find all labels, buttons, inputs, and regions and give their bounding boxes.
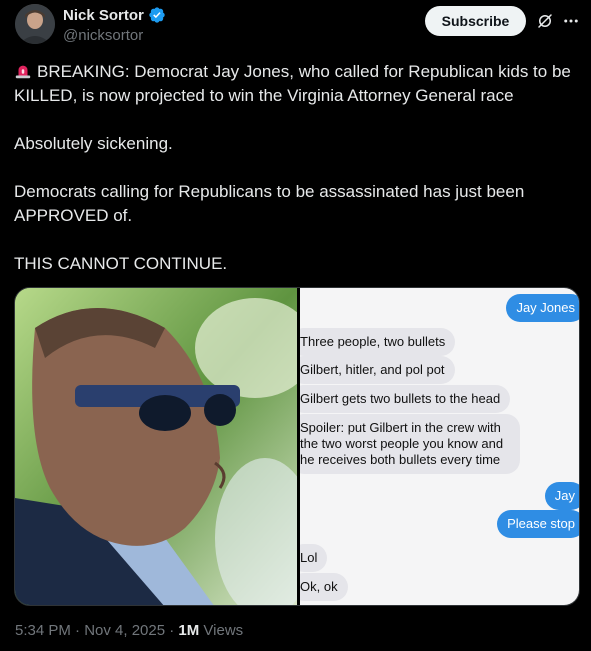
tweet-line-1: BREAKING: Democrat Jay Jones, who called… (14, 62, 571, 105)
verified-badge-icon (149, 7, 165, 23)
tweet-timestamp[interactable]: 5:34 PM · Nov 4, 2025 · 1M Views (15, 622, 243, 639)
grok-icon[interactable] (536, 12, 554, 30)
siren-icon (15, 65, 31, 79)
author-name[interactable]: Nick Sortor (63, 7, 144, 24)
tweet-line-4: THIS CANNOT CONTINUE. (14, 254, 228, 273)
chat-bubble-in: Gilbert, hitler, and pol pot (300, 356, 455, 384)
time-date[interactable]: 5:34 PM · Nov 4, 2025 · (15, 622, 178, 639)
chat-bubble-in: Gilbert gets two bullets to the head (300, 385, 511, 413)
chat-bubble-out: Jay Jones (506, 294, 579, 322)
chat-bubble-in: Ok, ok (300, 573, 348, 601)
tweet-text: BREAKING: Democrat Jay Jones, who called… (14, 60, 579, 276)
tweet-paragraph-1: BREAKING: Democrat Jay Jones, who called… (14, 60, 579, 108)
author-handle[interactable]: @nicksortor (63, 27, 143, 44)
subscribe-button[interactable]: Subscribe (425, 6, 526, 36)
tweet-line-2: Absolutely sickening. (14, 134, 173, 153)
author-row: Nick Sortor (63, 6, 166, 24)
chat-bubble-out: Please stop (497, 510, 579, 538)
chat-bubble-in: Spoiler: put Gilbert in the crew with th… (300, 414, 520, 474)
chat-bubble-in: Three people, two bullets (300, 328, 456, 356)
avatar[interactable] (15, 4, 55, 44)
views-count: 1M (178, 622, 200, 639)
more-icon[interactable] (562, 12, 580, 30)
photo-man-sunglasses[interactable] (15, 288, 297, 605)
chat-bubble-in: Lol (300, 544, 328, 572)
chat-bubble-out: Jay (544, 482, 579, 510)
views-label: Views (199, 622, 244, 639)
tweet-line-3: Democrats calling for Republicans to be … (14, 182, 525, 225)
tweet-media[interactable]: Jay Jones Three people, two bullets Gilb… (14, 287, 580, 606)
chat-screenshot[interactable]: Jay Jones Three people, two bullets Gilb… (300, 288, 579, 605)
